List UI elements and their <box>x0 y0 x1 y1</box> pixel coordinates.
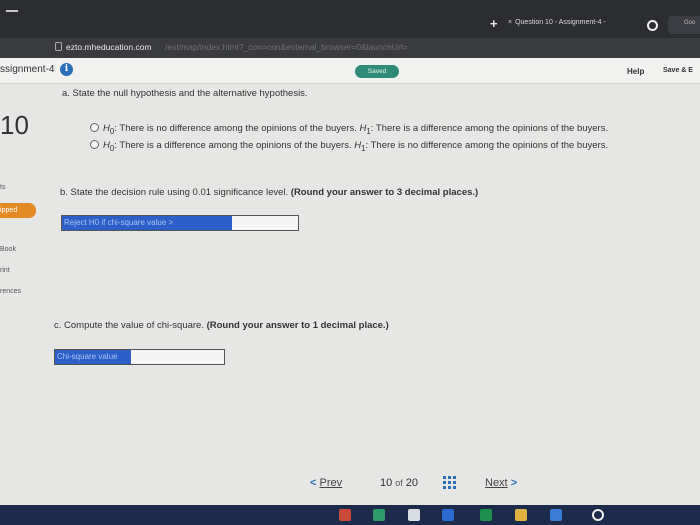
decision-rule-input[interactable]: Reject H0 if chi-square value > <box>61 215 299 231</box>
url-path-text: /ext/map/index.html?_con=con&external_br… <box>165 42 408 52</box>
window-minimize-icon[interactable] <box>6 10 18 12</box>
radio-button[interactable] <box>90 140 99 149</box>
print-link[interactable]: rint <box>0 267 10 274</box>
address-bar[interactable]: ezto.mheducation.com /ext/map/index.html… <box>0 38 700 58</box>
ebook-link[interactable]: Book <box>0 246 16 253</box>
assignment-title: ssignment-4 <box>0 64 55 75</box>
cortana-icon[interactable] <box>592 509 604 521</box>
info-icon[interactable]: i <box>60 63 73 76</box>
radio-button[interactable] <box>90 123 99 132</box>
help-button[interactable]: Help <box>627 67 644 76</box>
browser-tab-strip: + × Question 10 - Assignment-4 - Goo <box>0 0 700 38</box>
saved-status-badge: Saved <box>355 65 399 78</box>
save-exit-button[interactable]: Save & E <box>663 67 693 74</box>
chi-square-input[interactable]: Chi-square value <box>54 349 225 365</box>
edge-icon[interactable] <box>339 509 351 521</box>
part-c-prompt: c. Compute the value of chi-square. (Rou… <box>54 320 389 331</box>
photos-icon[interactable] <box>408 509 420 521</box>
chi-square-placeholder: Chi-square value <box>55 350 131 364</box>
tab-loading-icon <box>647 20 658 31</box>
new-tab-button[interactable]: + <box>490 16 498 31</box>
part-a-prompt: a. State the null hypothesis and the alt… <box>62 88 308 99</box>
os-taskbar: ⌗ <box>0 505 700 525</box>
points-label: ts <box>0 184 6 191</box>
hypothesis-option-1[interactable]: H0: There is no difference among the opi… <box>90 123 608 136</box>
question-number: 10 <box>0 110 29 140</box>
excel-icon[interactable] <box>480 509 492 521</box>
chevron-left-icon: < <box>310 477 317 489</box>
decision-rule-placeholder: Reject H0 if chi-square value > <box>62 216 232 230</box>
files-icon[interactable] <box>515 509 527 521</box>
prev-button[interactable]: < Prev <box>310 477 342 489</box>
question-pager: < Prev 10 of 20 Next > <box>0 473 700 493</box>
url-text[interactable]: ezto.mheducation.com <box>66 42 152 52</box>
browser-tab-active[interactable]: × Question 10 - Assignment-4 - <box>508 19 606 26</box>
next-button[interactable]: Next > <box>485 477 517 489</box>
tab-close-icon[interactable]: × <box>508 19 512 26</box>
references-link[interactable]: rences <box>0 288 21 295</box>
question-grid-icon[interactable] <box>443 476 456 489</box>
word-icon[interactable] <box>442 509 454 521</box>
hypothesis-option-2[interactable]: H0: There is a difference among the opin… <box>90 140 608 153</box>
chrome-icon[interactable] <box>373 509 385 521</box>
skipped-badge: ipped <box>0 203 36 218</box>
lock-icon <box>55 42 62 51</box>
part-b-prompt: b. State the decision rule using 0.01 si… <box>60 187 479 198</box>
mail-icon[interactable] <box>550 509 562 521</box>
question-rail: 10 ts ipped Book rint rences <box>0 84 38 504</box>
question-content: a. State the null hypothesis and the alt… <box>38 84 700 504</box>
tab-title: Question 10 - Assignment-4 - <box>515 19 606 26</box>
page-indicator: 10 of 20 <box>380 477 419 489</box>
browser-tab-google[interactable]: Goo <box>668 16 700 34</box>
chevron-right-icon: > <box>510 477 518 489</box>
assignment-header: ssignment-4 i Saved Help Save & E <box>0 58 700 84</box>
